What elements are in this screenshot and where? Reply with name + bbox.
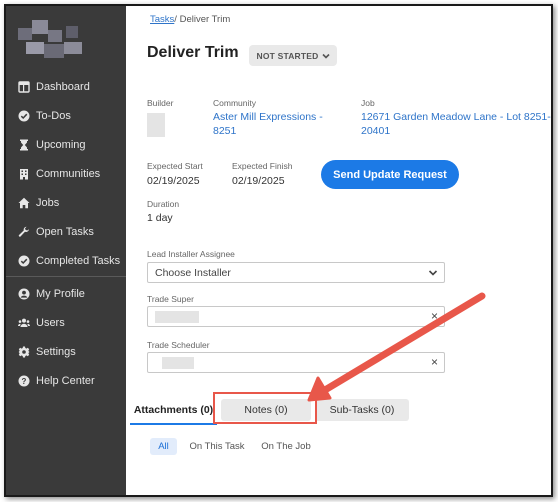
page-title: Deliver Trim	[147, 44, 239, 61]
app-window: Dashboard To-Dos Upcoming Communities Jo…	[4, 4, 553, 497]
building-icon	[17, 167, 30, 180]
user-circle-icon	[17, 287, 30, 300]
sidebar-item-settings[interactable]: Settings	[6, 337, 126, 366]
builder-value-redacted	[147, 113, 165, 137]
question-circle-icon: ?	[17, 374, 30, 387]
send-update-request-button[interactable]: Send Update Request	[321, 160, 459, 189]
trade-scheduler-value-redacted	[162, 357, 194, 369]
trade-super-value-redacted	[155, 311, 199, 323]
sidebar-item-label: Jobs	[36, 196, 60, 209]
trade-super-label: Trade Super	[147, 294, 194, 304]
sidebar-item-label: Help Center	[36, 374, 95, 387]
status-dropdown[interactable]: NOT STARTED	[249, 45, 337, 66]
detail-tabs: Attachments (0) Notes (0) Sub-Tasks (0)	[126, 396, 551, 426]
filter-all[interactable]: All	[150, 438, 177, 455]
annotation-highlight-box	[213, 392, 317, 424]
check-circle-icon	[17, 109, 30, 122]
expected-finish-label: Expected Finish	[232, 161, 293, 171]
home-icon	[17, 196, 30, 209]
sidebar-item-label: Completed Tasks	[36, 254, 121, 267]
tab-attachments[interactable]: Attachments (0)	[130, 399, 217, 421]
lead-installer-select[interactable]: Choose Installer	[147, 262, 445, 283]
sidebar-item-completed-tasks[interactable]: Completed Tasks	[6, 246, 126, 275]
community-link[interactable]: Aster Mill Expressions - 8251	[213, 110, 333, 138]
filter-on-this-task[interactable]: On This Task	[187, 438, 247, 455]
sidebar-item-label: Dashboard	[36, 80, 90, 93]
chevron-down-icon	[321, 53, 330, 59]
check-circle-icon	[17, 254, 30, 267]
sidebar-item-dashboard[interactable]: Dashboard	[6, 72, 126, 101]
clear-icon[interactable]: ×	[431, 355, 438, 369]
job-label: Job	[361, 98, 375, 108]
community-label: Community	[213, 98, 256, 108]
sidebar-item-my-profile[interactable]: My Profile	[6, 279, 126, 308]
breadcrumb-tasks-link[interactable]: Tasks	[150, 14, 174, 25]
sidebar-item-label: Communities	[36, 167, 101, 180]
expected-finish-value: 02/19/2025	[232, 175, 285, 187]
trade-scheduler-select[interactable]: ×	[147, 352, 445, 373]
clear-icon[interactable]: ×	[431, 309, 438, 323]
sidebar-item-open-tasks[interactable]: Open Tasks	[6, 217, 126, 246]
trade-scheduler-label: Trade Scheduler	[147, 340, 210, 350]
svg-text:?: ?	[21, 376, 26, 385]
active-tab-indicator	[130, 423, 217, 425]
hourglass-icon	[17, 138, 30, 151]
sidebar-item-label: Users	[36, 316, 65, 329]
sidebar-item-label: My Profile	[36, 287, 85, 300]
gear-icon	[17, 345, 30, 358]
breadcrumb-separator: /	[174, 14, 177, 25]
sidebar-item-upcoming[interactable]: Upcoming	[6, 130, 126, 159]
sidebar-item-help-center[interactable]: ? Help Center	[6, 366, 126, 395]
duration-value: 1 day	[147, 212, 173, 224]
filter-on-the-job[interactable]: On The Job	[258, 438, 314, 455]
sidebar-item-todos[interactable]: To-Dos	[6, 101, 126, 130]
duration-label: Duration	[147, 199, 180, 209]
sidebar-divider	[6, 276, 126, 277]
sidebar-item-communities[interactable]: Communities	[6, 159, 126, 188]
sidebar-item-label: Open Tasks	[36, 225, 94, 238]
sidebar-item-users[interactable]: Users	[6, 308, 126, 337]
dashboard-icon	[17, 80, 30, 93]
lead-installer-label: Lead Installer Assignee	[147, 249, 235, 259]
sidebar: Dashboard To-Dos Upcoming Communities Jo…	[6, 6, 126, 495]
main-content: Tasks/ Deliver Trim Deliver Trim NOT STA…	[126, 6, 551, 495]
breadcrumb-current: Deliver Trim	[179, 14, 231, 25]
sidebar-nav: Dashboard To-Dos Upcoming Communities Jo…	[6, 72, 126, 395]
job-link[interactable]: 12671 Garden Meadow Lane - Lot 8251-2040…	[361, 110, 551, 138]
company-logo	[16, 20, 88, 64]
lead-installer-value: Choose Installer	[155, 266, 231, 279]
sidebar-item-jobs[interactable]: Jobs	[6, 188, 126, 217]
status-label: NOT STARTED	[256, 50, 319, 61]
trade-super-select[interactable]: ×	[147, 306, 445, 327]
expected-start-label: Expected Start	[147, 161, 203, 171]
wrench-icon	[17, 225, 30, 238]
sidebar-item-label: Settings	[36, 345, 76, 358]
sidebar-item-label: To-Dos	[36, 109, 71, 122]
tab-sub-tasks[interactable]: Sub-Tasks (0)	[315, 399, 409, 421]
sidebar-item-label: Upcoming	[36, 138, 86, 151]
expected-start-value: 02/19/2025	[147, 175, 200, 187]
builder-label: Builder	[147, 98, 174, 108]
breadcrumb: Tasks/ Deliver Trim	[150, 14, 230, 25]
chevron-down-icon	[428, 270, 438, 276]
users-icon	[17, 316, 30, 329]
